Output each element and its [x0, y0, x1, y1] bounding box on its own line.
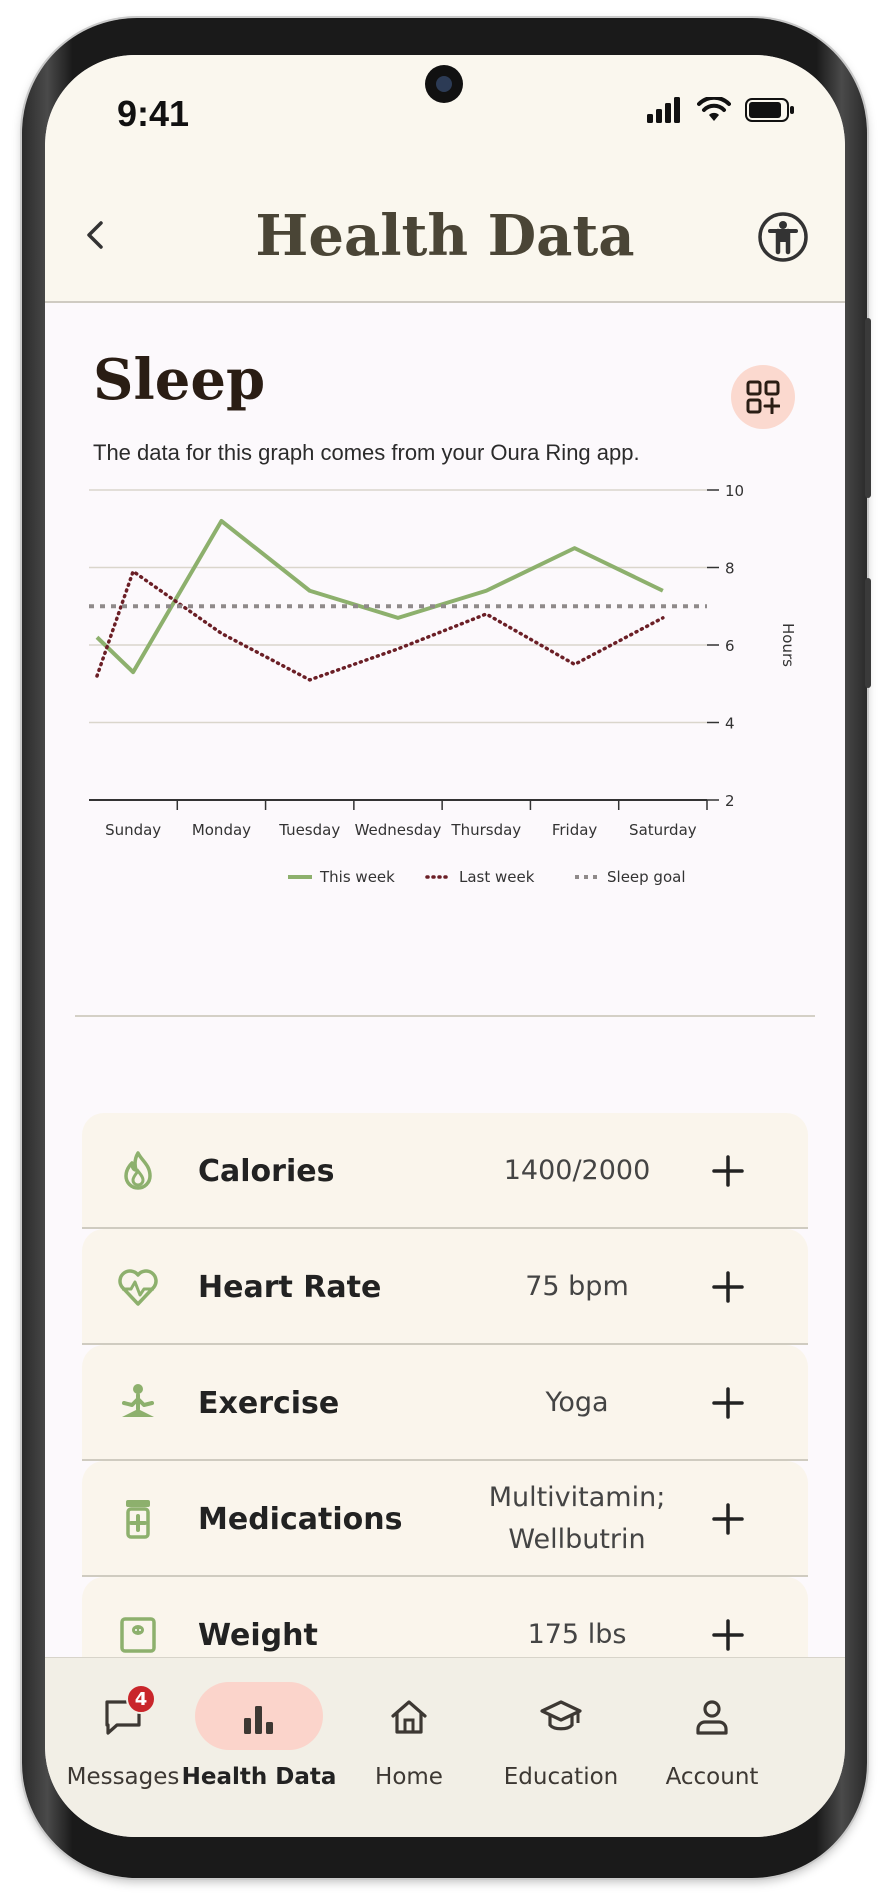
- section-title: Sleep: [93, 347, 266, 413]
- metric-row-heart-rate[interactable]: Heart Rate 75 bpm: [82, 1229, 808, 1345]
- metric-name: Calories: [198, 1153, 335, 1189]
- add-widget-button[interactable]: [731, 365, 795, 429]
- person-icon: [696, 1700, 728, 1735]
- x-tick-label: Tuesday: [278, 821, 340, 839]
- x-tick-label: Sunday: [105, 821, 161, 839]
- series-line-this-week: [95, 519, 664, 675]
- wifi-icon: [697, 97, 731, 121]
- screen: 9:41 Health Data Sleep The data for this…: [45, 55, 845, 1837]
- y-tick-label: 8: [725, 560, 735, 578]
- notification-badge: 4: [126, 1684, 156, 1714]
- status-icons: [647, 97, 795, 123]
- bar-chart-icon: [244, 1706, 273, 1734]
- flame-icon: [124, 1151, 152, 1190]
- x-tick-label: Friday: [552, 821, 598, 839]
- metric-row-calories[interactable]: Calories 1400/2000: [82, 1113, 808, 1229]
- x-tick-label: Wednesday: [355, 821, 442, 839]
- plus-icon[interactable]: [708, 1615, 748, 1655]
- y-tick-label: 10: [725, 482, 744, 500]
- y-tick-label: 4: [725, 715, 735, 733]
- legend-label: This week: [319, 868, 395, 886]
- y-axis-label: Hours: [779, 623, 797, 667]
- accessibility-button[interactable]: [757, 211, 809, 263]
- metric-row-exercise[interactable]: Exercise Yoga: [82, 1345, 808, 1461]
- battery-icon: [745, 98, 794, 122]
- yoga-icon: [122, 1384, 154, 1417]
- nav-label: Home: [375, 1764, 443, 1790]
- camera: [425, 65, 463, 103]
- graduation-cap-icon: [540, 1700, 582, 1731]
- heart-pulse-icon: [118, 1269, 158, 1306]
- status-time: 9:41: [117, 93, 190, 134]
- nav-label: Education: [503, 1764, 619, 1790]
- x-tick-label: Thursday: [450, 821, 521, 839]
- divider: [75, 1015, 815, 1017]
- nav-label: Health Data: [181, 1764, 337, 1790]
- legend-label: Sleep goal: [607, 868, 686, 886]
- nav-label: Account: [665, 1764, 759, 1790]
- page-title: Health Data: [255, 203, 635, 269]
- nav-label: Messages: [66, 1764, 180, 1790]
- home-icon: [391, 1700, 427, 1734]
- metric-row-medications[interactable]: Medications Multivitamin; Wellbutrin: [82, 1461, 808, 1577]
- metric-value: 1400/2000: [503, 1155, 651, 1186]
- volume-button: [865, 318, 871, 498]
- plus-icon[interactable]: [708, 1383, 748, 1423]
- power-button: [865, 578, 871, 688]
- accessibility-icon: [758, 212, 808, 262]
- pill-bottle-icon: [126, 1500, 150, 1539]
- plus-icon[interactable]: [708, 1499, 748, 1539]
- nav-item-messages[interactable]: Messages 4: [45, 1682, 202, 1792]
- metric-value: Yoga: [545, 1387, 609, 1418]
- metric-value: 75 bpm: [525, 1271, 629, 1302]
- x-tick-label: Monday: [192, 821, 251, 839]
- scale-icon: [120, 1617, 156, 1653]
- nav-item-home[interactable]: Home: [330, 1682, 488, 1792]
- legend-label: Last week: [459, 868, 535, 886]
- metric-value: Multivitamin; Wellbutrin: [488, 1482, 666, 1555]
- y-tick-label: 2: [725, 792, 735, 810]
- bottom-nav: Messages 4 Health Data Home Education Account: [45, 1657, 845, 1837]
- x-tick-label: Saturday: [629, 821, 697, 839]
- nav-item-account[interactable]: Account: [633, 1682, 791, 1792]
- plus-icon[interactable]: [708, 1151, 748, 1191]
- metric-name: Medications: [198, 1501, 403, 1537]
- sleep-chart: 2 4 6 8 10 Hours Sunday Monday Tuesday Wednesday T…: [89, 482, 797, 886]
- nav-item-health-data[interactable]: Health Data: [180, 1682, 338, 1792]
- add-widget-icon: [746, 380, 780, 414]
- metric-name: Exercise: [198, 1385, 340, 1421]
- metric-name: Heart Rate: [198, 1269, 382, 1305]
- y-tick-label: 6: [725, 637, 735, 655]
- plus-icon[interactable]: [708, 1267, 748, 1307]
- nav-item-education[interactable]: Education: [482, 1682, 640, 1792]
- signal-icon: [647, 97, 680, 123]
